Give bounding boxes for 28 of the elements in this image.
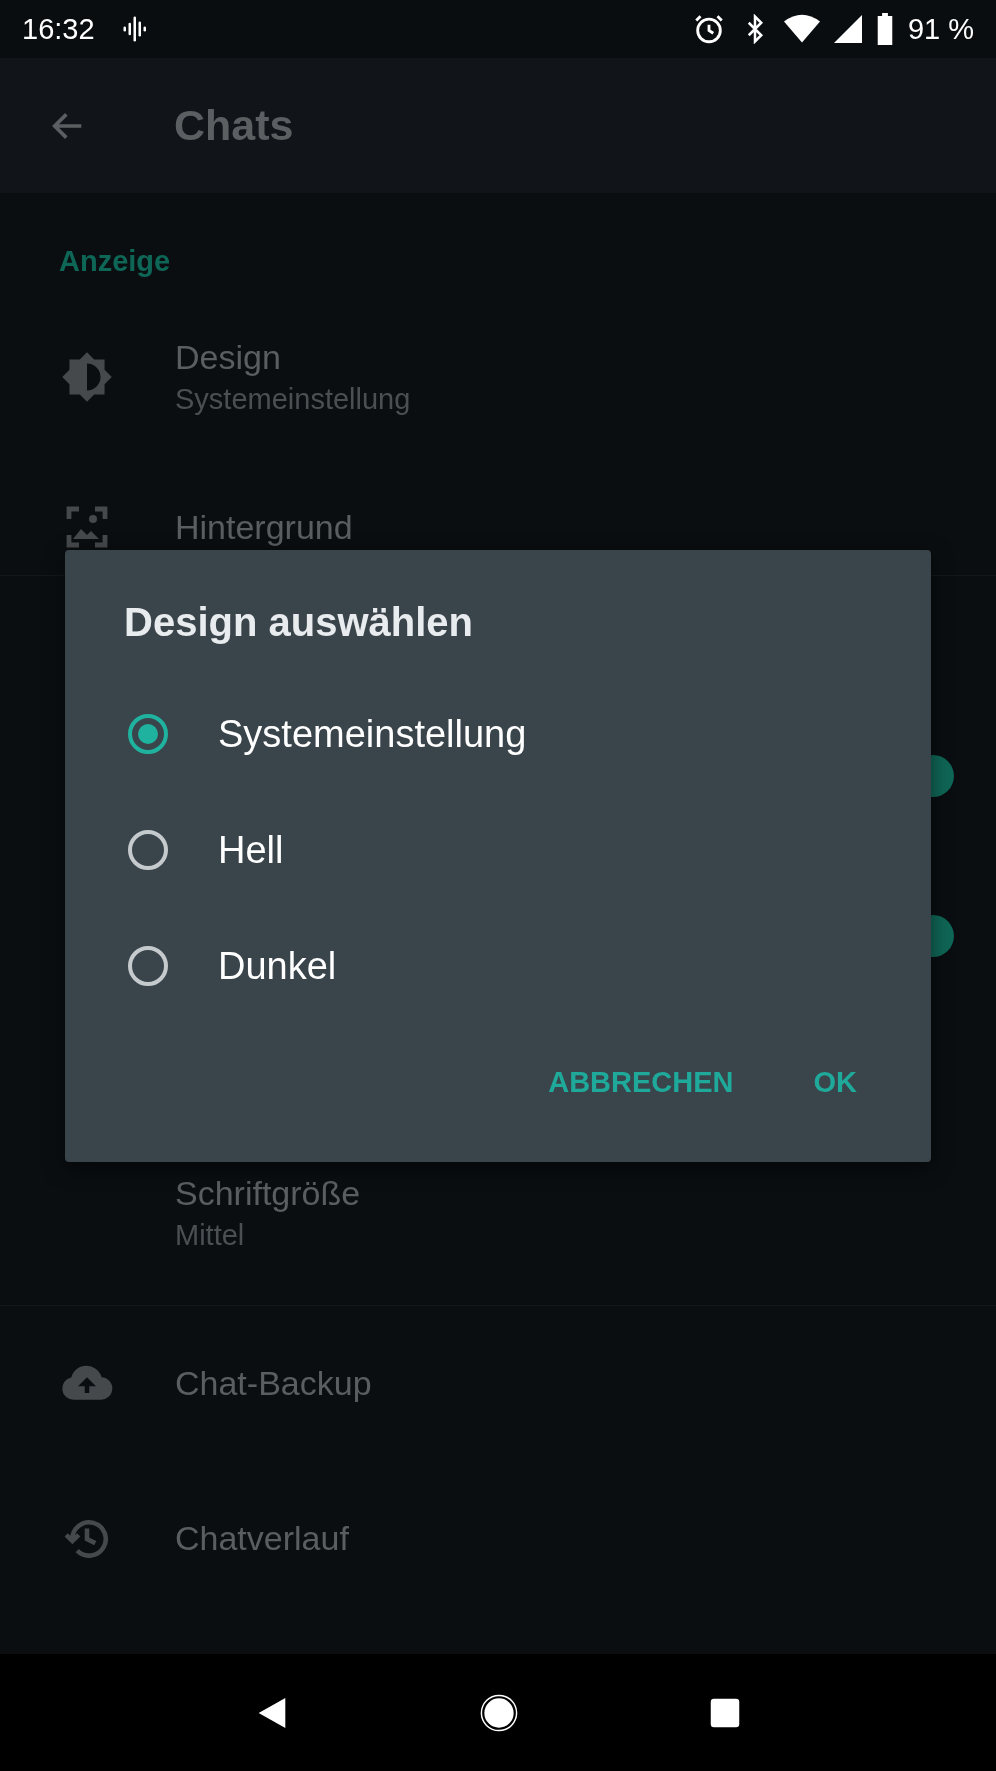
item-title: Chatverlauf — [175, 1519, 349, 1558]
item-subtitle: Systemeinstellung — [175, 383, 411, 416]
battery-percent: 91 % — [907, 12, 974, 46]
item-title: Chat-Backup — [175, 1364, 372, 1403]
cancel-button[interactable]: ABBRECHEN — [518, 1054, 764, 1111]
status-time: 16:32 — [22, 12, 95, 46]
settings-item[interactable]: Chatverlauf — [0, 1461, 996, 1616]
radio-button[interactable] — [128, 714, 168, 754]
option-label: Hell — [218, 828, 284, 872]
radio-option[interactable]: Hell — [65, 792, 931, 908]
radio-option[interactable]: Systemeinstellung — [65, 676, 931, 792]
option-label: Systemeinstellung — [218, 712, 527, 756]
item-title: Hintergrund — [175, 507, 353, 547]
item-subtitle: Mittel — [175, 1219, 246, 1252]
radio-option[interactable]: Dunkel — [65, 908, 931, 1024]
wifi-icon — [783, 14, 820, 44]
item-title: Design — [175, 338, 282, 377]
settings-item[interactable]: Design Systemeinstellung — [0, 307, 996, 447]
radio-button[interactable] — [128, 946, 168, 986]
signal-icon — [833, 15, 862, 43]
item-title: Schriftgröße — [175, 1174, 361, 1213]
section-header: Anzeige — [58, 245, 172, 279]
radio-button[interactable] — [128, 830, 168, 870]
option-label: Dunkel — [218, 944, 337, 988]
battery-icon — [875, 13, 894, 45]
settings-item[interactable]: Chat-Backup — [0, 1306, 996, 1461]
screen-title: Chats — [174, 101, 294, 150]
ok-button[interactable]: OK — [783, 1054, 887, 1111]
